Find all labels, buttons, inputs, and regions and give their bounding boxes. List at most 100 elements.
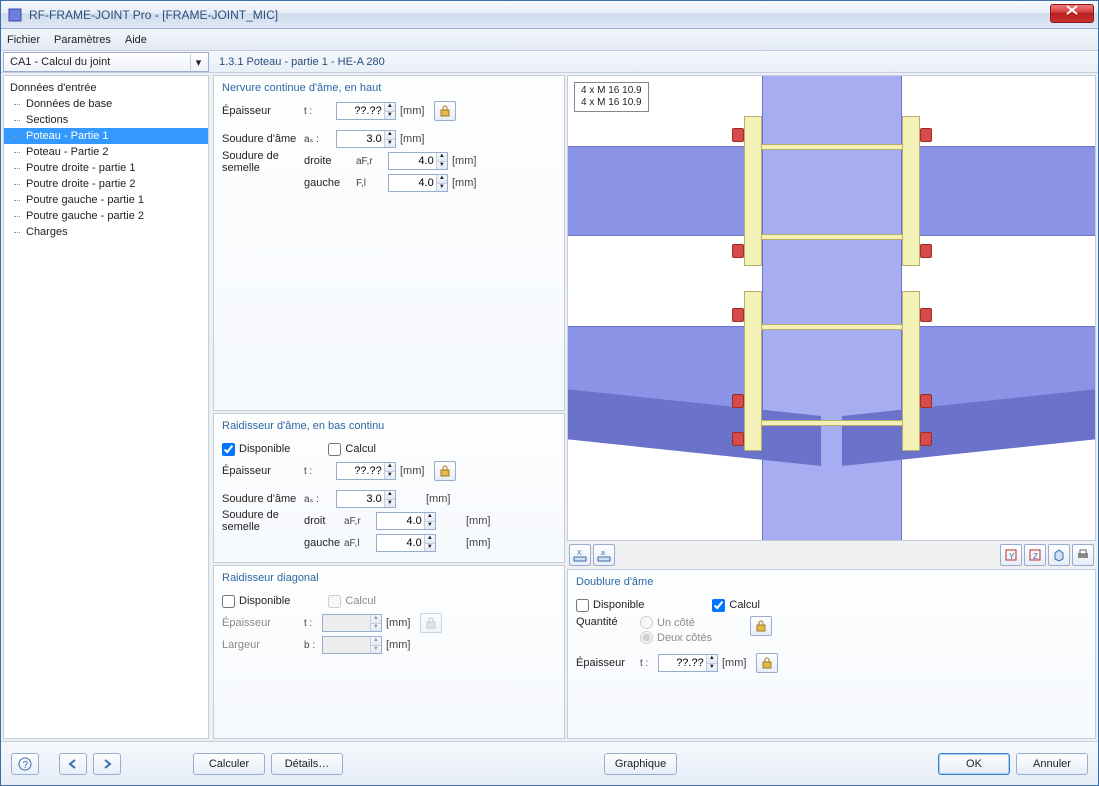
app-window: RF-FRAME-JOINT Pro - [FRAME-JOINT_MIC] F… [0,0,1099,786]
calcul-checkbox[interactable]: Calcul [712,599,760,612]
lock-button[interactable] [756,653,778,673]
ruler-icon: a [597,548,611,562]
ruler-icon: X [573,548,587,562]
case-combo[interactable]: CA1 - Calcul du joint ▾ [3,52,209,72]
print-button[interactable] [1072,544,1094,566]
model-preview[interactable]: 4 x M 16 10.9 4 x M 16 10.9 [567,75,1096,541]
thickness-spinner[interactable]: ▲▼ [336,462,396,480]
thickness-spinner: ▲▼ [322,614,382,632]
lock-button[interactable] [434,461,456,481]
disponible-checkbox[interactable]: Disponible [222,443,290,456]
close-button[interactable] [1050,4,1094,23]
titlebar: RF-FRAME-JOINT Pro - [FRAME-JOINT_MIC] [1,1,1098,29]
afr-input[interactable] [389,153,436,169]
afr-spinner[interactable]: ▲▼ [388,152,448,170]
view-y-button[interactable]: Y [1000,544,1022,566]
menu-file[interactable]: Fichier [7,34,40,46]
prev-button[interactable] [59,753,87,775]
ok-button[interactable]: OK [938,753,1010,775]
as-spinner[interactable]: ▲▼ [336,490,396,508]
disponible-checkbox[interactable]: Disponible [222,595,290,608]
thickness-spinner[interactable]: ▲▼ [336,102,396,120]
spin-down-icon[interactable]: ▼ [385,112,395,120]
as-spinner[interactable]: ▲▼ [336,130,396,148]
preview-toolbar: X a Y Z [567,543,1096,567]
calcul-checkbox[interactable]: Calcul [328,443,376,456]
form-column: Nervure continue d'âme, en haut Épaisseu… [213,75,565,739]
thickness-label: Épaisseur [222,465,300,477]
group-title: Doublure d'âme [576,576,1087,588]
view-z-button[interactable]: Z [1024,544,1046,566]
thickness-spinner[interactable]: ▲▼ [658,654,718,672]
unit-label: [mm] [400,105,430,117]
right-label: droite [304,155,352,167]
chevron-down-icon: ▾ [190,54,206,70]
tree-item[interactable]: Données de base [4,96,208,112]
unit-label: [mm] [400,133,430,145]
tree-root[interactable]: Données d'entrée [4,80,208,96]
lock-button [420,613,442,633]
svg-text:Y: Y [1009,552,1015,561]
preview-column: 4 x M 16 10.9 4 x M 16 10.9 X a Y Z [567,75,1096,739]
as-input[interactable] [337,131,384,147]
afl-symbol: F,l [356,178,384,189]
lock-button[interactable] [434,101,456,121]
next-button[interactable] [93,753,121,775]
tree-item-selected[interactable]: Poteau - Partie 1 [4,128,208,144]
menubar: Fichier Paramètres Aide [1,29,1098,51]
tree-item[interactable]: Charges [4,224,208,240]
details-button[interactable]: Détails… [271,753,343,775]
disponible-checkbox[interactable]: Disponible [576,599,644,612]
joint-drawing [568,76,1095,540]
menu-help[interactable]: Aide [125,34,147,46]
weld-web-label: Soudure d'âme [222,133,300,145]
footer: ? Calculer Détails… Graphique OK Annuler [1,741,1098,785]
quantity-label: Quantité [576,616,636,628]
help-button[interactable]: ? [11,753,39,775]
menu-params[interactable]: Paramètres [54,34,111,46]
lock-icon [425,617,437,629]
dimension-a-button[interactable]: a [593,544,615,566]
graphic-button[interactable]: Graphique [604,753,677,775]
tree-item[interactable]: Poteau - Partie 2 [4,144,208,160]
view-3d-button[interactable] [1048,544,1070,566]
thickness-label: Épaisseur [222,105,300,117]
lock-icon [755,620,767,632]
thickness-input[interactable] [337,103,384,119]
two-sides-radio: Deux côtés [640,631,712,644]
spin-up-icon[interactable]: ▲ [385,103,395,112]
afr-spinner[interactable]: ▲▼ [376,512,436,530]
arrow-right-icon [100,757,114,771]
calcul-checkbox: Calcul [328,595,376,608]
dimension-x-button[interactable]: X [569,544,591,566]
case-combo-value: CA1 - Calcul du joint [10,56,110,68]
main: Données d'entrée Données de base Section… [1,73,1098,741]
cube-icon [1052,548,1066,562]
top-row: CA1 - Calcul du joint ▾ 1.3.1 Poteau - p… [1,51,1098,73]
left-label: gauche [304,177,352,189]
calculate-button[interactable]: Calculer [193,753,265,775]
tree-item[interactable]: Poutre gauche - partie 2 [4,208,208,224]
unit-label: [mm] [452,155,482,167]
group-title: Raidisseur diagonal [222,572,556,584]
lock-icon [439,105,451,117]
group-diagonal-stiffener: Raidisseur diagonal Disponible Calcul [213,565,565,739]
app-icon [7,7,23,23]
afl-input[interactable] [389,175,436,191]
lock-button[interactable] [750,616,772,636]
cancel-button[interactable]: Annuler [1016,753,1088,775]
svg-text:?: ? [23,760,29,771]
afl-spinner[interactable]: ▲▼ [388,174,448,192]
tree-item[interactable]: Poutre gauche - partie 1 [4,192,208,208]
afr-symbol: aF,r [356,156,384,167]
bolt-label-box: 4 x M 16 10.9 4 x M 16 10.9 [574,82,649,112]
afl-spinner[interactable]: ▲▼ [376,534,436,552]
tree-item[interactable]: Poutre droite - partie 2 [4,176,208,192]
as-symbol: aₛ : [304,134,332,145]
width-spinner: ▲▼ [322,636,382,654]
tree-item[interactable]: Sections [4,112,208,128]
tree-item[interactable]: Poutre droite - partie 1 [4,160,208,176]
one-side-radio: Un côté [640,616,712,629]
header-path: 1.3.1 Poteau - partie 1 - HE-A 280 [211,51,1098,72]
group-web-doubler: Doublure d'âme Disponible Calcul [567,569,1096,739]
